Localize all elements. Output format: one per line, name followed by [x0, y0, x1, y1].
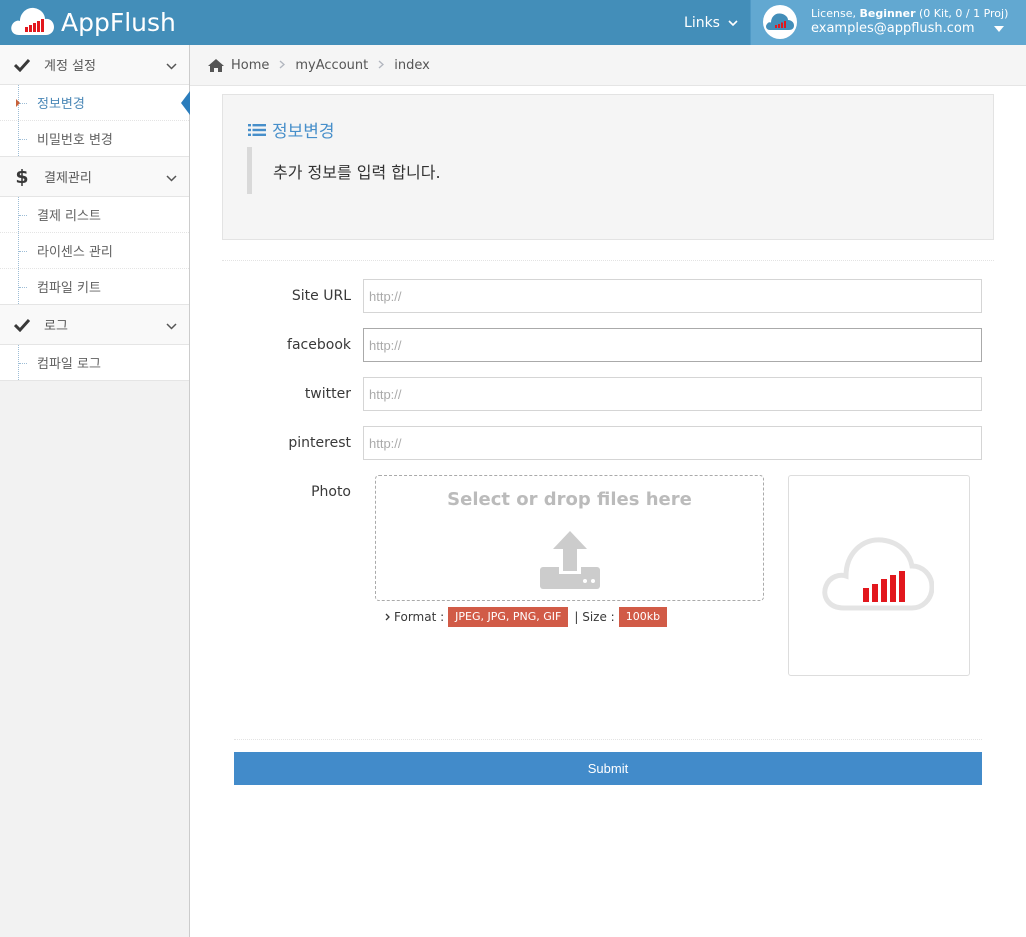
chevron-right-icon [378, 58, 385, 73]
appflush-logo-icon [9, 4, 55, 42]
sidebar-item-label: 비밀번호 변경 [37, 133, 113, 148]
divider [222, 260, 994, 261]
sidebar-group-account[interactable]: 계정 설정 [0, 45, 189, 85]
size-badge: 100kb [618, 607, 668, 627]
navbar: AppFlush Links License, Beginner (0 Kit,… [0, 0, 1026, 45]
twitter-label: twitter [304, 386, 351, 402]
chevron-down-icon [166, 171, 177, 186]
chevron-down-icon [166, 59, 177, 74]
chevron-down-icon [728, 15, 738, 31]
pinterest-input[interactable] [363, 426, 982, 460]
appflush-logo-icon [820, 524, 935, 616]
photo-dropzone[interactable]: Select or drop files here [375, 475, 764, 601]
sidebar-item-label: 정보변경 [37, 97, 85, 112]
caret-down-icon[interactable] [994, 17, 1004, 36]
sidebar-item-label: 결제 리스트 [37, 209, 101, 224]
site-url-row: Site URL [234, 279, 982, 313]
page-title: 정보변경 [248, 117, 335, 142]
photo-label: Photo [311, 484, 351, 500]
breadcrumb: Home myAccount index [190, 45, 1026, 86]
sidebar-item-label: 컴파일 키트 [37, 281, 101, 296]
license-info: License, Beginner (0 Kit, 0 / 1 Proj) [811, 7, 1009, 20]
links-menu[interactable]: Links [672, 0, 750, 45]
submit-button[interactable]: Submit [234, 752, 982, 785]
license-plan: Beginner [859, 7, 916, 20]
check-icon [0, 318, 44, 332]
format-prefix: Format : [394, 610, 445, 624]
breadcrumb-current: index [394, 57, 430, 73]
breadcrumb-home[interactable]: Home [207, 58, 269, 73]
user-avatar [761, 5, 799, 39]
site-url-input[interactable] [363, 279, 982, 313]
check-icon [0, 58, 44, 72]
sidebar-item-label: 라이센스 관리 [37, 245, 113, 260]
site-url-label: Site URL [291, 288, 351, 304]
sidebar-group-label: 계정 설정 [44, 59, 96, 74]
sidebar-item-label: 컴파일 로그 [37, 357, 101, 372]
chevron-right-icon [385, 613, 390, 621]
sidebar-item-password[interactable]: 비밀번호 변경 [0, 121, 189, 157]
pinterest-label: pinterest [288, 435, 351, 451]
sidebar-item-compile-log[interactable]: 컴파일 로그 [0, 345, 189, 381]
sidebar-nav: 계정 설정 정보변경 비밀번호 변경 $ 결제관리 결제 리스트 라이센스 관리 [0, 45, 190, 381]
file-format-info: Format : JPEG, JPG, PNG, GIF | Size : 10… [385, 607, 668, 627]
dollar-icon: $ [15, 165, 29, 188]
sidebar-item-compile-kit[interactable]: 컴파일 키트 [0, 269, 189, 305]
sidebar-group-payment[interactable]: $ 결제관리 [0, 157, 189, 197]
divider [234, 739, 982, 740]
caret-right-icon [16, 99, 20, 107]
active-indicator [181, 91, 190, 115]
user-menu[interactable]: License, Beginner (0 Kit, 0 / 1 Proj) ex… [750, 0, 1026, 45]
sidebar-item-profile[interactable]: 정보변경 [0, 85, 190, 121]
page-description: 추가 정보를 입력 합니다. [247, 147, 441, 194]
facebook-input[interactable] [363, 328, 982, 362]
size-prefix: | Size : [574, 610, 615, 624]
brand-name: AppFlush [61, 8, 176, 37]
sidebar-item-license[interactable]: 라이센스 관리 [0, 233, 189, 269]
sidebar-group-label: 로그 [44, 319, 68, 334]
sidebar-group-label: 결제관리 [44, 171, 92, 186]
facebook-row: facebook [234, 328, 982, 362]
links-label: Links [684, 14, 720, 31]
photo-preview [788, 475, 970, 676]
twitter-row: twitter [234, 377, 982, 411]
chevron-down-icon [166, 319, 177, 334]
page-description-text: 추가 정보를 입력 합니다. [273, 162, 441, 182]
user-email: examples@appflush.com [811, 21, 975, 36]
pinterest-row: pinterest [234, 426, 982, 460]
format-badge: JPEG, JPG, PNG, GIF [448, 607, 569, 627]
user-info: License, Beginner (0 Kit, 0 / 1 Proj) ex… [811, 7, 1008, 36]
list-icon [248, 123, 266, 137]
sidebar-item-payment-list[interactable]: 결제 리스트 [0, 197, 189, 233]
chevron-right-icon [279, 58, 286, 73]
brand[interactable]: AppFlush [9, 4, 176, 41]
facebook-label: facebook [287, 337, 351, 353]
twitter-input[interactable] [363, 377, 982, 411]
dropzone-text: Select or drop files here [447, 489, 692, 510]
breadcrumb-account[interactable]: myAccount [295, 58, 368, 73]
info-well: 정보변경 추가 정보를 입력 합니다. [222, 94, 994, 240]
upload-icon [539, 531, 601, 595]
breadcrumb-home-label: Home [231, 57, 270, 73]
sidebar-group-log[interactable]: 로그 [0, 305, 189, 345]
home-icon [207, 58, 225, 73]
page-title-text: 정보변경 [272, 122, 335, 142]
sidebar: 계정 설정 정보변경 비밀번호 변경 $ 결제관리 결제 리스트 라이센스 관리 [0, 45, 190, 937]
